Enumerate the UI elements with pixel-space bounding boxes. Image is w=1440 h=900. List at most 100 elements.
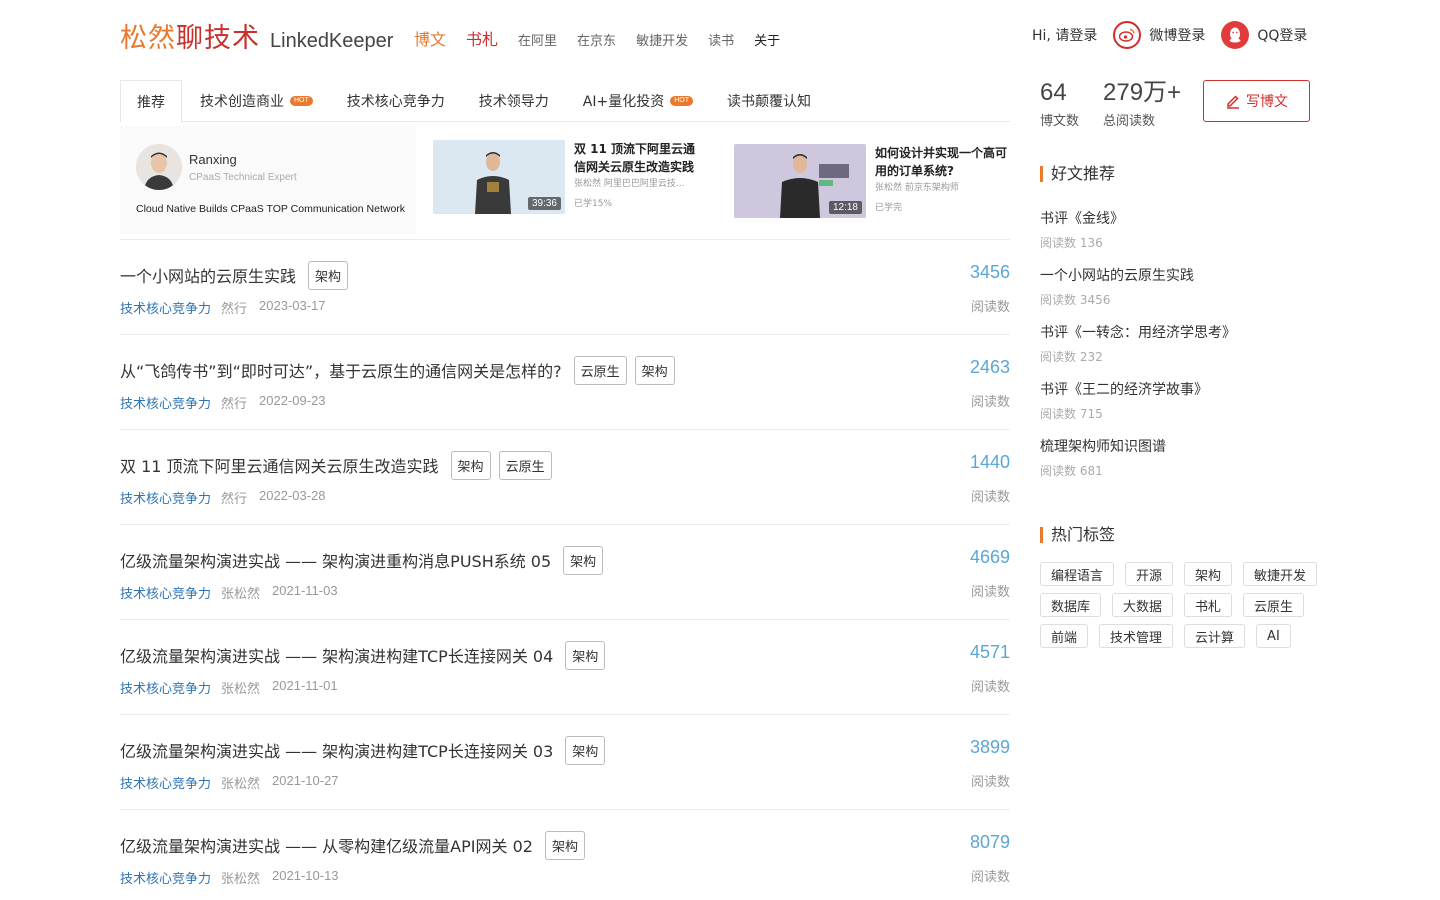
article-title[interactable]: 从“飞鸽传书”到“即时可达”，基于云原生的通信网关是怎样的?: [120, 358, 562, 382]
article-read-count: 3899: [969, 737, 1010, 757]
recommend-list: 书评《金线》 阅读数 136 一个小网站的云原生实践 阅读数 3456 书评《一…: [1040, 205, 1320, 490]
author-card[interactable]: Ranxing CPaaS Technical Expert Cloud Nat…: [120, 126, 416, 234]
list-item: 书评《一转念：用经济学思考》 阅读数 232: [1040, 319, 1320, 376]
hot-tag[interactable]: 架构: [1184, 562, 1233, 586]
article-tag[interactable]: 架构: [634, 355, 675, 385]
tab-ai-quant[interactable]: AI+量化投资 HOT: [567, 80, 709, 122]
article-row: 从“飞鸽传书”到“即时可达”，基于云原生的通信网关是怎样的? 云原生 架构 技术…: [120, 334, 1010, 429]
article-title[interactable]: 亿级流量架构演进实战 —— 架构演进构建TCP长连接网关 04: [120, 643, 553, 667]
nav-item-alibaba[interactable]: 在阿里: [518, 30, 557, 49]
tab-tech-leadership[interactable]: 技术领导力: [463, 80, 565, 122]
recommend-reads: 阅读数 681: [1040, 464, 1103, 478]
article-tag[interactable]: 架构: [563, 545, 604, 575]
video-meta: 张松然 阿里巴巴阿里云技...: [574, 179, 685, 189]
article-category[interactable]: 技术核心竞争力: [120, 773, 211, 792]
article-title[interactable]: 双 11 顶流下阿里云通信网关云原生改造实践: [120, 453, 439, 477]
article-tag[interactable]: 架构: [565, 735, 606, 765]
nav-item-agile[interactable]: 敏捷开发: [636, 30, 688, 49]
video-card[interactable]: 39:36 双 11 顶流下阿里云通信网关云原生改造实践 张松然 阿里巴巴阿里云…: [433, 126, 711, 234]
hot-tag[interactable]: 前端: [1040, 624, 1089, 648]
recommend-reads: 阅读数 232: [1040, 350, 1103, 364]
article-title[interactable]: 亿级流量架构演进实战 —— 架构演进构建TCP长连接网关 03: [120, 738, 553, 762]
hot-tag[interactable]: 大数据: [1112, 593, 1174, 617]
tab-tech-business[interactable]: 技术创造商业 HOT: [184, 80, 329, 122]
article-author: 然行: [221, 397, 248, 412]
write-post-button[interactable]: 写博文: [1203, 80, 1310, 122]
article-date: 2022-09-23: [259, 393, 326, 408]
article-read-count: 2463: [969, 357, 1010, 377]
read-count-label: 阅读数: [970, 775, 1010, 790]
article-read-count: 8079: [969, 832, 1010, 852]
tab-reading[interactable]: 读书颠覆认知: [711, 80, 827, 122]
hot-tags-section-title: 热门标签: [1040, 527, 1115, 543]
article-tag[interactable]: 云原生: [498, 450, 552, 480]
article-author: 张松然: [221, 587, 261, 602]
logo-chinese: 松然聊技术: [120, 23, 260, 54]
article-category[interactable]: 技术核心竞争力: [120, 868, 211, 887]
article-category[interactable]: 技术核心竞争力: [120, 298, 211, 317]
article-category[interactable]: 技术核心竞争力: [120, 678, 211, 697]
hot-tag[interactable]: 编程语言: [1040, 562, 1115, 586]
nav-item-notes[interactable]: 书札: [466, 26, 498, 50]
article-tag[interactable]: 架构: [450, 450, 491, 480]
hot-tag[interactable]: AI: [1256, 624, 1291, 648]
video-title[interactable]: 双 11 顶流下阿里云通信网关云原生改造实践: [574, 140, 706, 176]
nav-item-reading[interactable]: 读书: [708, 30, 734, 49]
hot-tag[interactable]: 技术管理: [1099, 624, 1174, 648]
author-role: CPaaS Technical Expert: [189, 172, 297, 183]
article-tag[interactable]: 云原生: [573, 355, 627, 385]
tab-tech-core[interactable]: 技术核心竞争力: [331, 80, 461, 122]
list-item: 书评《王二的经济学故事》 阅读数 715: [1040, 376, 1320, 433]
article-date: 2021-10-27: [272, 773, 339, 788]
qq-login-button[interactable]: QQ登录: [1221, 21, 1307, 49]
weibo-login-button[interactable]: 微博登录: [1113, 21, 1205, 49]
hot-tag[interactable]: 敏捷开发: [1243, 562, 1318, 586]
qq-login-label: QQ登录: [1257, 28, 1308, 44]
video-duration: 12:18: [828, 201, 862, 214]
article-tag[interactable]: 架构: [565, 640, 606, 670]
hot-tag[interactable]: 云原生: [1243, 593, 1305, 617]
read-count-label: 阅读数: [970, 870, 1010, 885]
tab-recommend[interactable]: 推荐: [120, 80, 182, 123]
hot-tag[interactable]: 开源: [1125, 562, 1174, 586]
article-author: 然行: [221, 492, 248, 507]
article-category[interactable]: 技术核心竞争力: [120, 583, 211, 602]
article-title[interactable]: 亿级流量架构演进实战 —— 架构演进重构消息PUSH系统 05: [120, 548, 551, 572]
video-thumbnail[interactable]: 39:36: [433, 140, 565, 214]
video-thumbnail[interactable]: 12:18: [734, 144, 866, 218]
read-count-label: 阅读数: [970, 490, 1010, 505]
article-author: 然行: [221, 302, 248, 317]
hot-tag[interactable]: 书札: [1184, 593, 1233, 617]
site-header: 松然聊技术 LinkedKeeper 博文 书札 在阿里 在京东 敏捷开发 读书…: [0, 0, 1440, 70]
article-date: 2023-03-17: [259, 298, 326, 313]
article-title[interactable]: 亿级流量架构演进实战 —— 从零构建亿级流量API网关 02: [120, 833, 533, 857]
recommend-title[interactable]: 一个小网站的云原生实践: [1040, 262, 1320, 285]
category-tabs: 推荐 技术创造商业 HOT 技术核心竞争力 技术领导力 AI+量化投资 HOT 读书…: [120, 80, 1010, 123]
posts-label: 博文数: [1040, 114, 1080, 129]
nav-item-jd[interactable]: 在京东: [577, 30, 616, 49]
article-read-count: 3456: [969, 262, 1010, 282]
nav-item-about[interactable]: 关于: [754, 30, 780, 49]
article-title[interactable]: 一个小网站的云原生实践: [120, 263, 296, 287]
article-tag[interactable]: 架构: [544, 830, 585, 860]
video-title[interactable]: 如何设计并实现一个高可用的订单系统?: [875, 144, 1007, 180]
video-progress: 已学15%: [574, 199, 613, 209]
article-tag[interactable]: 架构: [308, 260, 349, 290]
write-post-label: 写博文: [1246, 94, 1288, 110]
article-list: 一个小网站的云原生实践 架构 技术核心竞争力 然行 2023-03-17 345…: [120, 239, 1010, 900]
recommend-title[interactable]: 梳理架构师知识图谱: [1040, 433, 1320, 456]
recommend-title[interactable]: 书评《王二的经济学故事》: [1040, 376, 1320, 399]
recommend-title[interactable]: 书评《金线》: [1040, 205, 1320, 228]
author-description: Cloud Native Builds CPaaS TOP Communicat…: [136, 203, 406, 215]
recommend-title[interactable]: 书评《一转念：用经济学思考》: [1040, 319, 1320, 342]
article-category[interactable]: 技术核心竞争力: [120, 393, 211, 412]
hot-badge: HOT: [290, 96, 313, 106]
article-read-count: 4571: [969, 642, 1010, 662]
hot-tag[interactable]: 云计算: [1184, 624, 1246, 648]
article-category[interactable]: 技术核心竞争力: [120, 488, 211, 507]
hot-tag[interactable]: 数据库: [1040, 593, 1102, 617]
login-greeting[interactable]: Hi, 请登录: [1032, 25, 1097, 45]
site-logo[interactable]: 松然聊技术 LinkedKeeper: [120, 16, 393, 55]
nav-item-blog[interactable]: 博文: [414, 26, 446, 50]
video-card[interactable]: 12:18 如何设计并实现一个高可用的订单系统? 张松然 前京东架构师 已学完: [734, 126, 1012, 234]
